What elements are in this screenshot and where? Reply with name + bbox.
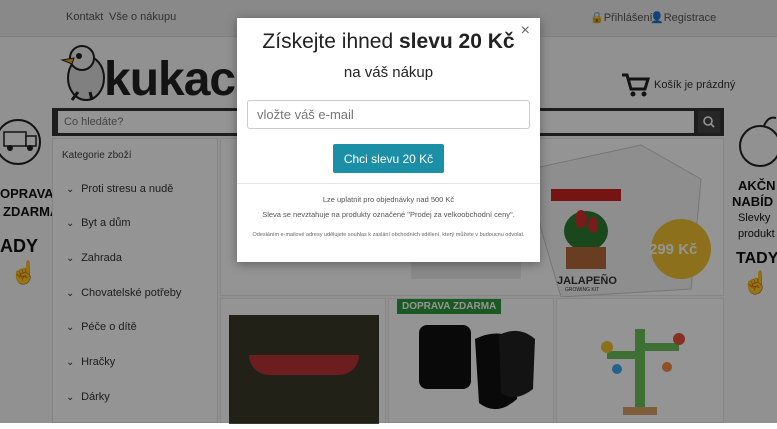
modal-divider xyxy=(237,183,540,184)
min-order-note: Lze uplatnit pro objednávky nad 500 Kč xyxy=(322,195,455,204)
get-discount-button[interactable]: Chci slevu 20 Kč xyxy=(333,144,444,173)
modal-subtitle: na váš nákup xyxy=(343,64,434,81)
modal-title: Získejte ihned slevu 20 Kč xyxy=(237,30,540,54)
consent-fine-print: Odesláním e-mailové adresy udělujete sou… xyxy=(252,232,525,238)
modal-title-bold: slevu 20 Kč xyxy=(399,30,515,53)
email-field[interactable] xyxy=(247,100,530,129)
discount-modal: × Získejte ihned slevu 20 Kč na váš náku… xyxy=(237,18,540,262)
exclusion-note: Sleva se nevztahuje na produkty označené… xyxy=(262,210,515,219)
modal-title-prefix: Získejte ihned xyxy=(262,30,399,53)
